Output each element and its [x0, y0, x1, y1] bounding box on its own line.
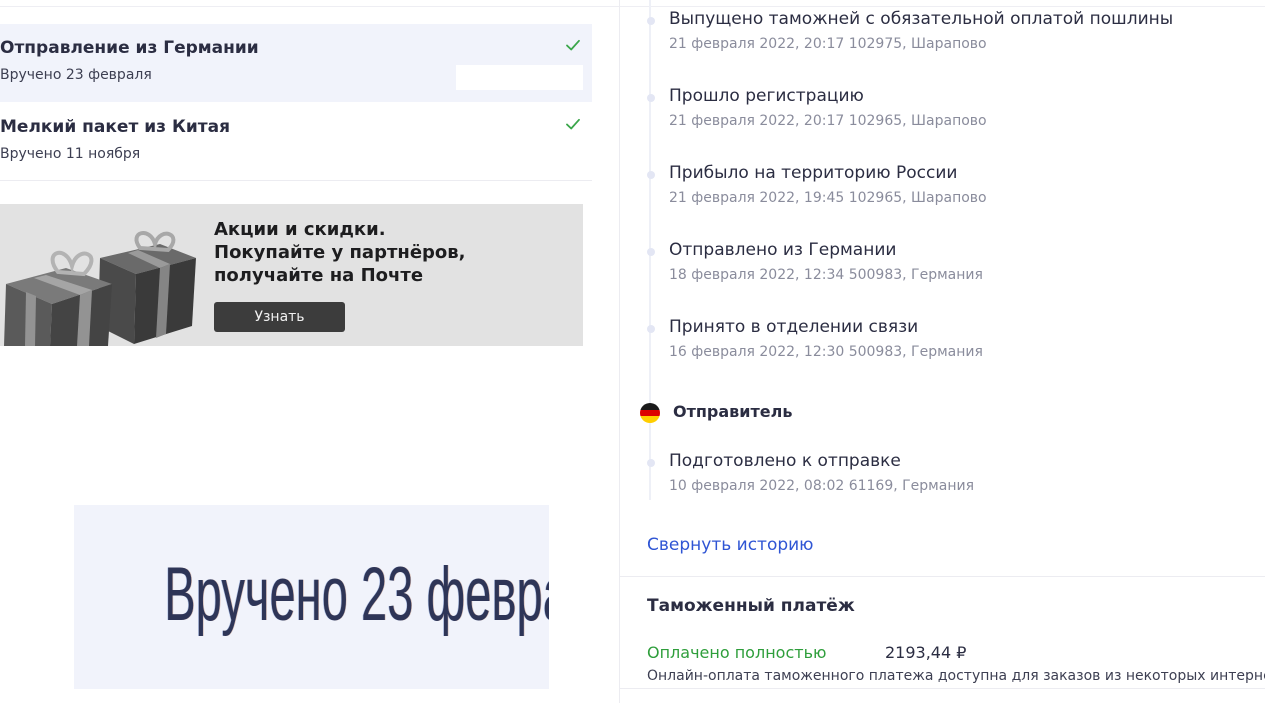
parcel-status: Вручено 11 ноября: [0, 146, 141, 162]
payment-amount: 2193,44 ₽: [885, 643, 967, 662]
payment-status: Оплачено полностью: [647, 643, 827, 662]
event-detail: 18 февраля 2022, 12:34 500983, Германия: [669, 267, 983, 283]
timeline-dot: [647, 325, 655, 333]
check-icon: [566, 118, 580, 130]
gift-boxes-image: [4, 231, 196, 346]
event-title: Выпущено таможней с обязательной оплатой…: [669, 9, 1174, 29]
zoomed-status-text: Вручено 23 февраля: [164, 552, 549, 637]
timeline-dot: [647, 171, 655, 179]
event-detail: 21 февраля 2022, 19:45 102965, Шарапово: [669, 190, 987, 206]
event-detail: 21 февраля 2022, 20:17 102975, Шарапово: [669, 36, 987, 52]
parcel-status: Вручено 23 февраля: [0, 67, 152, 83]
parcel-title: Мелкий пакет из Китая: [0, 117, 230, 137]
sender-label: Отправитель: [673, 402, 793, 421]
germany-flag-icon: [640, 403, 660, 423]
timeline-dot: [647, 459, 655, 467]
timeline-dot: [647, 94, 655, 102]
flag-stripe: [640, 416, 660, 423]
timeline-dot: [647, 248, 655, 256]
check-icon: [566, 39, 580, 51]
zoomed-status-image: Вручено 23 февраля: [74, 505, 549, 689]
learn-more-button[interactable]: Узнать: [214, 302, 345, 332]
event-title: Прибыло на территорию России: [669, 163, 958, 183]
parcel-item-germany[interactable]: Отправление из Германии Вручено 23 февра…: [0, 24, 592, 102]
flag-stripe: [640, 403, 660, 410]
customs-note: Онлайн-оплата таможенного платежа доступ…: [647, 668, 1265, 684]
parcel-title: Отправление из Германии: [0, 38, 259, 58]
event-detail: 21 февраля 2022, 20:17 102965, Шарапово: [669, 113, 987, 129]
event-title: Отправлено из Германии: [669, 240, 897, 260]
top-divider: [0, 6, 1265, 7]
column-divider: [619, 0, 620, 703]
sender-section: Отправитель: [640, 400, 940, 424]
collapse-history-link[interactable]: Свернуть историю: [647, 535, 814, 555]
section-divider: [620, 576, 1265, 577]
bottom-divider: [620, 688, 1265, 689]
event-detail: 16 февраля 2022, 12:30 500983, Германия: [669, 344, 983, 360]
blank-area: [456, 65, 583, 90]
customs-payment-title: Таможенный платёж: [647, 596, 855, 616]
event-detail: 10 февраля 2022, 08:02 61169, Германия: [669, 478, 974, 494]
parcel-item-china[interactable]: Мелкий пакет из Китая Вручено 11 ноября: [0, 103, 592, 181]
event-title: Принято в отделении связи: [669, 317, 919, 337]
event-title: Подготовлено к отправке: [669, 451, 901, 471]
banner-title: Акции и скидки. Покупайте у партнёров, п…: [214, 219, 466, 286]
timeline-dot: [647, 17, 655, 25]
event-title: Прошло регистрацию: [669, 86, 864, 106]
promo-banner[interactable]: Акции и скидки. Покупайте у партнёров, п…: [0, 204, 583, 346]
flag-stripe: [640, 409, 660, 417]
